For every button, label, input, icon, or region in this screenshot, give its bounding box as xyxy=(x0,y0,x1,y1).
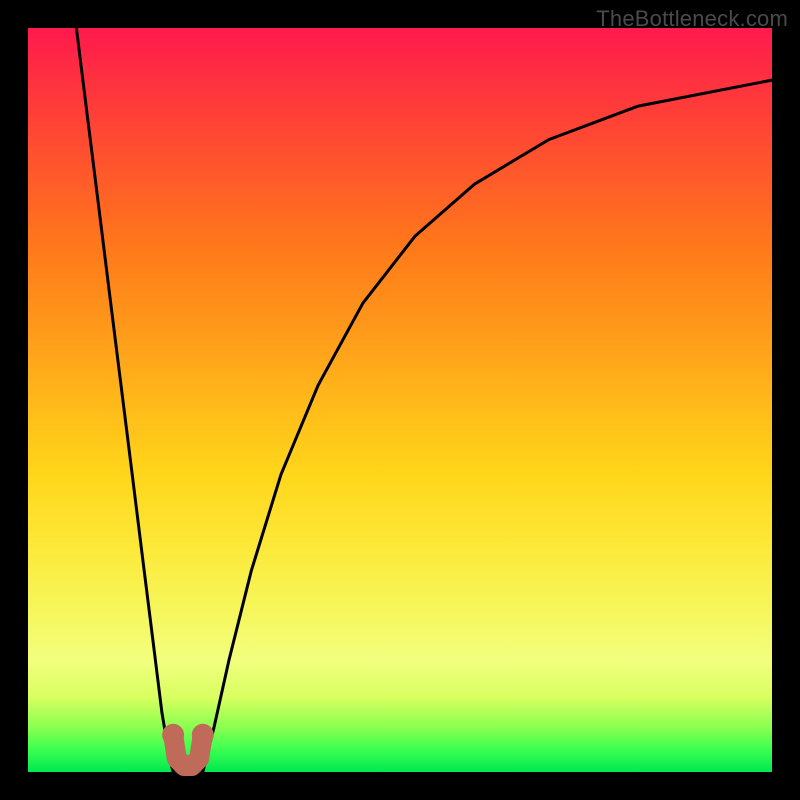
watermark-text: TheBottleneck.com xyxy=(596,6,788,32)
chart-svg xyxy=(28,28,772,772)
valley-marker-dot xyxy=(162,724,184,746)
bottleneck-curve-left-descent xyxy=(76,28,173,772)
chart-frame: TheBottleneck.com xyxy=(0,0,800,800)
valley-marker-dot xyxy=(192,724,214,746)
bottleneck-curve-right-ascent xyxy=(203,80,772,772)
